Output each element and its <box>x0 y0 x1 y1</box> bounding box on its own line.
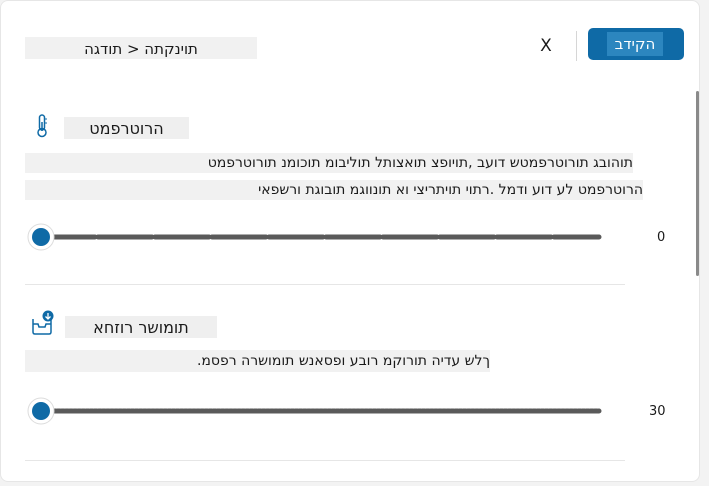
toolbar-divider <box>576 31 577 61</box>
inbox-download-icon <box>31 310 55 340</box>
settings-panel: תוינקתה < תודגה X הקידב הרוטרפמט תוהובג … <box>0 0 700 482</box>
temperature-slider[interactable] <box>27 222 607 256</box>
temperature-description-line-1: תוהובג תורוטרפמטש דועב ,תויופצ תואצותל ת… <box>25 153 633 173</box>
section-title-temperature: הרוטרפמט <box>64 117 189 139</box>
section-divider <box>25 284 625 285</box>
temperature-value: 0 <box>657 230 666 245</box>
thermometer-icon <box>35 114 49 142</box>
breadcrumb: תוינקתה < תודגה <box>25 37 257 59</box>
close-button[interactable]: X <box>536 34 556 58</box>
scrollbar-thumb[interactable] <box>696 91 699 276</box>
section-divider <box>25 460 625 461</box>
records-value: 30 <box>649 404 666 419</box>
submit-button-label: הקידב <box>607 32 663 56</box>
section-title-retrieved-records: תומושר רוזחא <box>65 316 217 338</box>
records-description: ךלש עדיה תורוקמ רובע ופסאנש תומושרה רפסמ… <box>25 350 490 372</box>
records-slider[interactable] <box>27 396 607 430</box>
submit-button[interactable]: הקידב <box>588 28 684 60</box>
temperature-description-line-2: הרוטרפמט לע דוע ודמל .רתוי תויתריצי וא ת… <box>25 180 643 200</box>
